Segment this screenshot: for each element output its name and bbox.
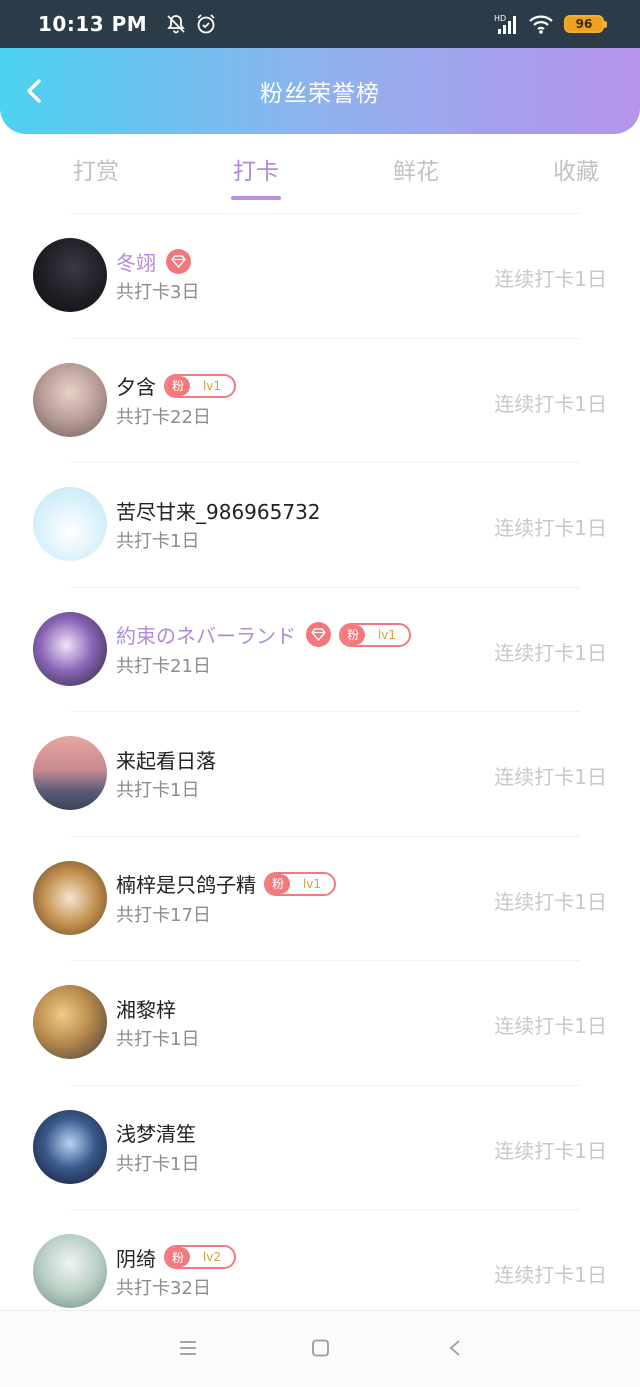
fan-badge-level: lv1: [377, 627, 397, 642]
list-item[interactable]: 夕含 粉 lv1 共打卡22日 连续打卡1日: [0, 337, 640, 463]
avatar[interactable]: [33, 362, 107, 437]
avatar[interactable]: [33, 736, 107, 811]
fan-name: 浅梦清笙: [116, 1122, 196, 1147]
total-checkins: 共打卡1日: [116, 1153, 200, 1175]
streak-text: 连续打卡1日: [494, 267, 607, 292]
fan-level-badge: 粉 lv1: [264, 871, 336, 896]
list-item[interactable]: 来起看日落 共打卡1日 连续打卡1日: [0, 711, 640, 836]
chevron-left-icon: [27, 79, 41, 103]
streak-text: 连续打卡1日: [494, 889, 607, 914]
tab-flowers[interactable]: 鲜花: [352, 134, 480, 204]
total-checkins: 共打卡21日: [116, 655, 211, 677]
fan-name: 夕含: [116, 375, 156, 400]
cellular-signal-icon: HD: [494, 14, 516, 34]
tab-label: 鲜花: [393, 159, 439, 185]
avatar[interactable]: [33, 860, 107, 935]
battery-icon: 96: [564, 15, 607, 33]
status-bar: 10:13 PM HD 96: [0, 0, 640, 48]
total-checkins: 共打卡1日: [116, 780, 200, 802]
avatar[interactable]: [33, 1234, 107, 1309]
avatar[interactable]: [33, 487, 107, 562]
fan-level-badge: 粉 lv1: [164, 373, 236, 398]
alarm-icon: [197, 14, 215, 34]
network-type-label: HD: [494, 14, 506, 23]
streak-text: 连续打卡1日: [494, 516, 607, 541]
fan-badge-label: 粉: [166, 1247, 190, 1268]
fan-badge-level: lv2: [202, 1250, 222, 1265]
fan-level-badge: 粉 lv2: [164, 1245, 236, 1270]
menu-icon[interactable]: [178, 1339, 198, 1361]
streak-text: 连续打卡1日: [494, 765, 607, 790]
tab-favorites[interactable]: 收藏: [512, 134, 640, 204]
total-checkins: 共打卡1日: [116, 1029, 200, 1051]
avatar[interactable]: [33, 238, 107, 313]
fan-name: 湘黎梓: [116, 997, 176, 1022]
vip-diamond-icon: [306, 622, 331, 648]
battery-level: 96: [575, 17, 593, 31]
status-time: 10:13 PM: [38, 12, 148, 36]
system-nav-bar: [0, 1310, 640, 1387]
avatar[interactable]: [33, 985, 107, 1060]
streak-text: 连续打卡1日: [494, 1138, 607, 1163]
fan-badge-label: 粉: [266, 873, 290, 894]
streak-text: 连续打卡1日: [494, 1014, 607, 1039]
fan-name: 来起看日落: [116, 748, 216, 773]
list-item[interactable]: 湘黎梓 共打卡1日 连续打卡1日: [0, 960, 640, 1085]
fan-badge-label: 粉: [166, 375, 190, 396]
list-item[interactable]: 浅梦清笙 共打卡1日 连续打卡1日: [0, 1084, 640, 1210]
total-checkins: 共打卡1日: [116, 531, 200, 553]
fan-name: 阴绮: [116, 1246, 156, 1271]
total-checkins: 共打卡32日: [116, 1278, 211, 1300]
tab-label: 收藏: [553, 159, 599, 185]
total-checkins: 共打卡22日: [116, 406, 211, 428]
total-checkins: 共打卡3日: [116, 282, 200, 304]
fan-name: 苦尽甘来_986965732: [116, 499, 321, 524]
tab-label: 打赏: [73, 159, 119, 185]
fan-badge-level: lv1: [202, 378, 222, 393]
tab-label: 打卡: [233, 159, 279, 185]
fan-badge-label: 粉: [341, 624, 365, 645]
wifi-icon: [529, 15, 553, 34]
active-tab-indicator: [231, 196, 281, 200]
list-item[interactable]: 約束のネバーランド 粉 lv1 共打卡21日 连续打卡1日: [0, 586, 640, 712]
fan-list: 冬翊 共打卡3日 连续打卡1日 夕含 粉 lv1 共打卡22日 连续打卡1日 苦…: [0, 213, 640, 1334]
avatar[interactable]: [33, 1109, 107, 1184]
fan-name: 楠梓是只鸽子精: [116, 873, 256, 898]
back-button[interactable]: [22, 78, 46, 104]
notifications-muted-icon: [167, 15, 186, 34]
fan-name: 約束のネバーランド: [116, 624, 296, 649]
tab-bar: 打赏 打卡 鲜花 收藏: [0, 134, 640, 204]
avatar[interactable]: [33, 611, 107, 686]
page-title: 粉丝荣誉榜: [260, 81, 380, 107]
home-icon[interactable]: [311, 1339, 331, 1361]
list-item[interactable]: 苦尽甘来_986965732 共打卡1日 连续打卡1日: [0, 462, 640, 587]
fan-badge-level: lv1: [302, 876, 322, 891]
list-item[interactable]: 冬翊 共打卡3日 连续打卡1日: [0, 213, 640, 338]
tab-checkin[interactable]: 打卡: [192, 134, 320, 204]
back-nav-icon[interactable]: [446, 1339, 466, 1361]
fan-name: 冬翊: [116, 250, 156, 275]
fan-level-badge: 粉 lv1: [339, 622, 411, 647]
total-checkins: 共打卡17日: [116, 904, 211, 926]
tab-tips[interactable]: 打赏: [32, 134, 160, 204]
list-item[interactable]: 楠梓是只鸽子精 粉 lv1 共打卡17日 连续打卡1日: [0, 835, 640, 961]
streak-text: 连续打卡1日: [494, 640, 607, 665]
streak-text: 连续打卡1日: [494, 1263, 607, 1288]
header-bar: 粉丝荣誉榜: [0, 48, 640, 134]
streak-text: 连续打卡1日: [494, 391, 607, 416]
vip-diamond-icon: [166, 248, 191, 274]
